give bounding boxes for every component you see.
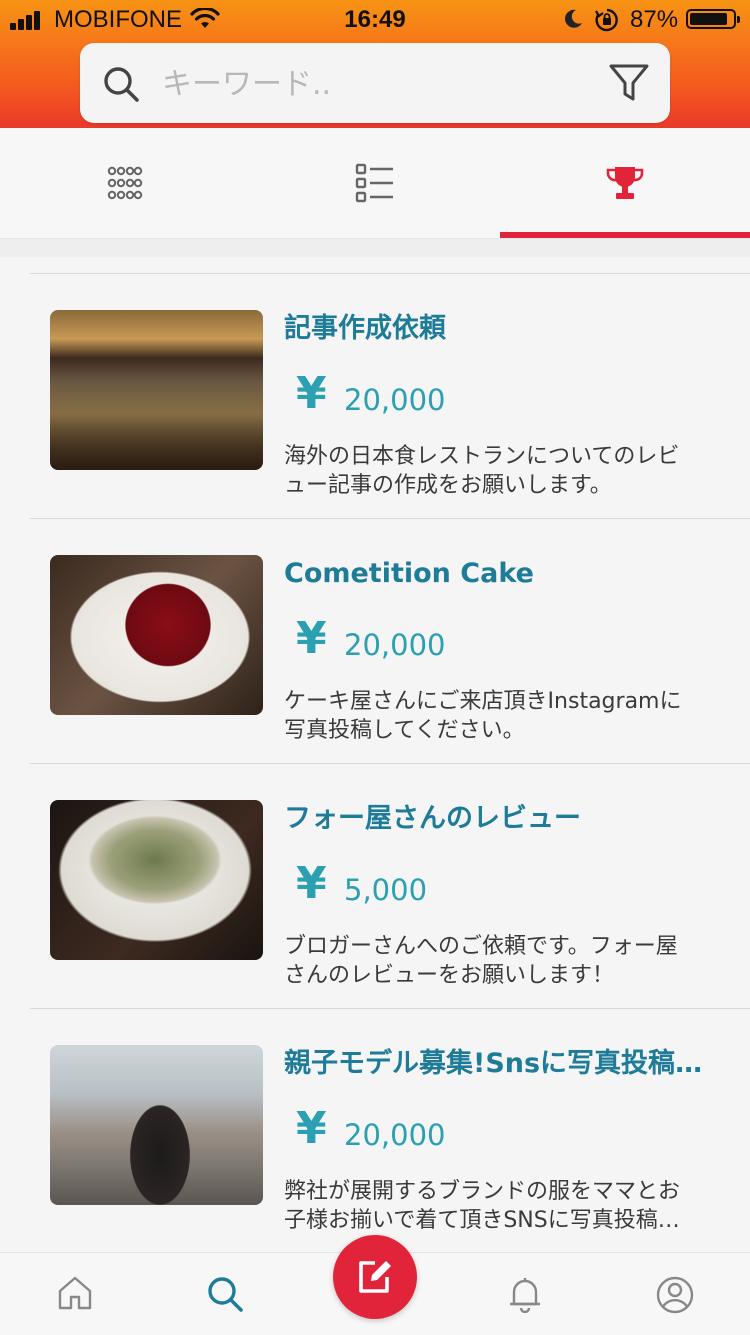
job-title: 親子モデル募集!Snsに写真投稿してくれる方 [284,1048,704,1079]
job-title: フォー屋さんのレビュー [284,803,581,834]
job-price: 5,000 [344,873,428,907]
status-bar: MOBIFONE 16:49 87% [0,0,750,40]
job-photo-restaurant [50,310,263,470]
search-bar[interactable] [80,43,670,123]
job-description: 海外の日本食レストランについてのレビュー記事の作成をお願いします。 [284,444,680,498]
checklist-icon [355,163,393,203]
list-item[interactable]: フォー屋さんのレビュー ¥ 5,000 ブロガーさんへのご依頼です。フォー屋さん… [30,763,750,1008]
nav-notifications[interactable] [450,1253,600,1335]
moon-icon [565,9,582,28]
compose-icon [359,1261,391,1293]
section-divider [0,239,750,257]
job-photo-pho [50,800,263,960]
rotation-lock-icon [595,8,618,32]
compose-button[interactable] [333,1235,417,1319]
filter-icon[interactable] [608,63,650,103]
list-item[interactable]: Cometition Cake ¥ 20,000 ケーキ屋さんにご来店頂きIns… [30,518,750,763]
bell-icon [510,1278,540,1313]
view-tabs [0,128,750,239]
yen-icon: ¥ [296,1103,327,1154]
tab-ranking[interactable] [500,128,750,238]
tab-list-view[interactable] [250,128,500,238]
list-item[interactable]: 親子モデル募集!Snsに写真投稿してくれる方 ¥ 20,000 弊社が展開するブ… [30,1008,750,1253]
nav-profile[interactable] [600,1253,750,1335]
trophy-icon [606,167,644,199]
job-title: Cometition Cake [284,558,534,589]
search-icon [104,67,139,102]
job-description: 弊社が展開するブランドの服をママとお子様お揃いで着て頂きSNSに写真投稿してくだ… [284,1179,681,1233]
job-photo-parent-child [50,1045,263,1205]
job-title: 記事作成依頼 [284,313,446,344]
nav-home[interactable] [0,1253,150,1335]
list-item[interactable]: 記事作成依頼 ¥ 20,000 海外の日本食レストランについてのレビュー記事の作… [30,273,750,518]
grid-dots-icon [107,166,143,200]
battery-percent: 87% [630,6,679,33]
battery-icon [686,9,740,29]
search-icon [208,1277,243,1312]
yen-icon: ¥ [296,858,327,909]
job-description: ケーキ屋さんにご来店頂きInstagramに写真投稿してください。 [284,689,682,743]
user-circle-icon [656,1276,694,1314]
search-input[interactable] [160,63,584,105]
tab-grid-view[interactable] [0,128,250,238]
job-price: 20,000 [344,628,446,662]
job-photo-cake [50,555,263,715]
home-icon [58,1276,92,1310]
nav-search[interactable] [150,1253,300,1335]
job-price: 20,000 [344,383,446,417]
yen-icon: ¥ [296,368,327,419]
job-description: ブロガーさんへのご依頼です。フォー屋さんのレビューをお願いします！ [284,934,678,988]
yen-icon: ¥ [296,613,327,664]
job-price: 20,000 [344,1118,446,1152]
